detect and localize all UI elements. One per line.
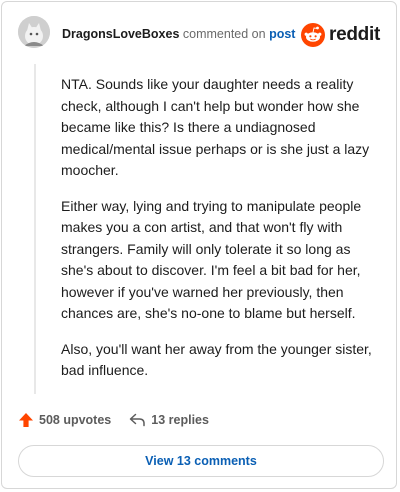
view-comments-button[interactable]: View 13 comments <box>18 445 384 477</box>
commented-on-text: commented on <box>182 27 266 41</box>
avatar[interactable] <box>18 16 50 48</box>
reddit-snoo-icon <box>301 23 326 47</box>
comment-paragraph: Either way, lying and trying to manipula… <box>61 197 362 322</box>
upvote-count: 508 upvotes <box>39 413 112 427</box>
thread-line[interactable] <box>34 64 36 394</box>
comment-body: NTA. Sounds like your daughter needs a r… <box>61 74 379 396</box>
post-link[interactable]: post <box>269 27 295 41</box>
upvote-arrow-icon <box>19 413 33 427</box>
upvote-button[interactable]: 508 upvotes <box>18 412 111 428</box>
comment-paragraph: Also, you'll want her away from the youn… <box>61 340 372 379</box>
comment-card: DragonsLoveBoxes commented on post reddi… <box>1 1 397 489</box>
author-name[interactable]: DragonsLoveBoxes <box>62 27 179 41</box>
comment-header: DragonsLoveBoxes commented on post reddi… <box>18 16 380 52</box>
byline: DragonsLoveBoxes commented on post <box>62 27 295 41</box>
comment-paragraph: NTA. Sounds like your daughter needs a r… <box>61 76 370 178</box>
reply-arrow-icon <box>130 413 146 427</box>
reddit-wordmark: reddit <box>329 24 380 45</box>
comment-actions: 508 upvotes 13 replies <box>18 410 209 430</box>
reply-count: 13 replies <box>151 413 209 427</box>
reddit-logo[interactable]: reddit <box>301 22 380 48</box>
reply-button[interactable]: 13 replies <box>129 413 209 427</box>
cat-avatar-icon <box>18 16 50 48</box>
